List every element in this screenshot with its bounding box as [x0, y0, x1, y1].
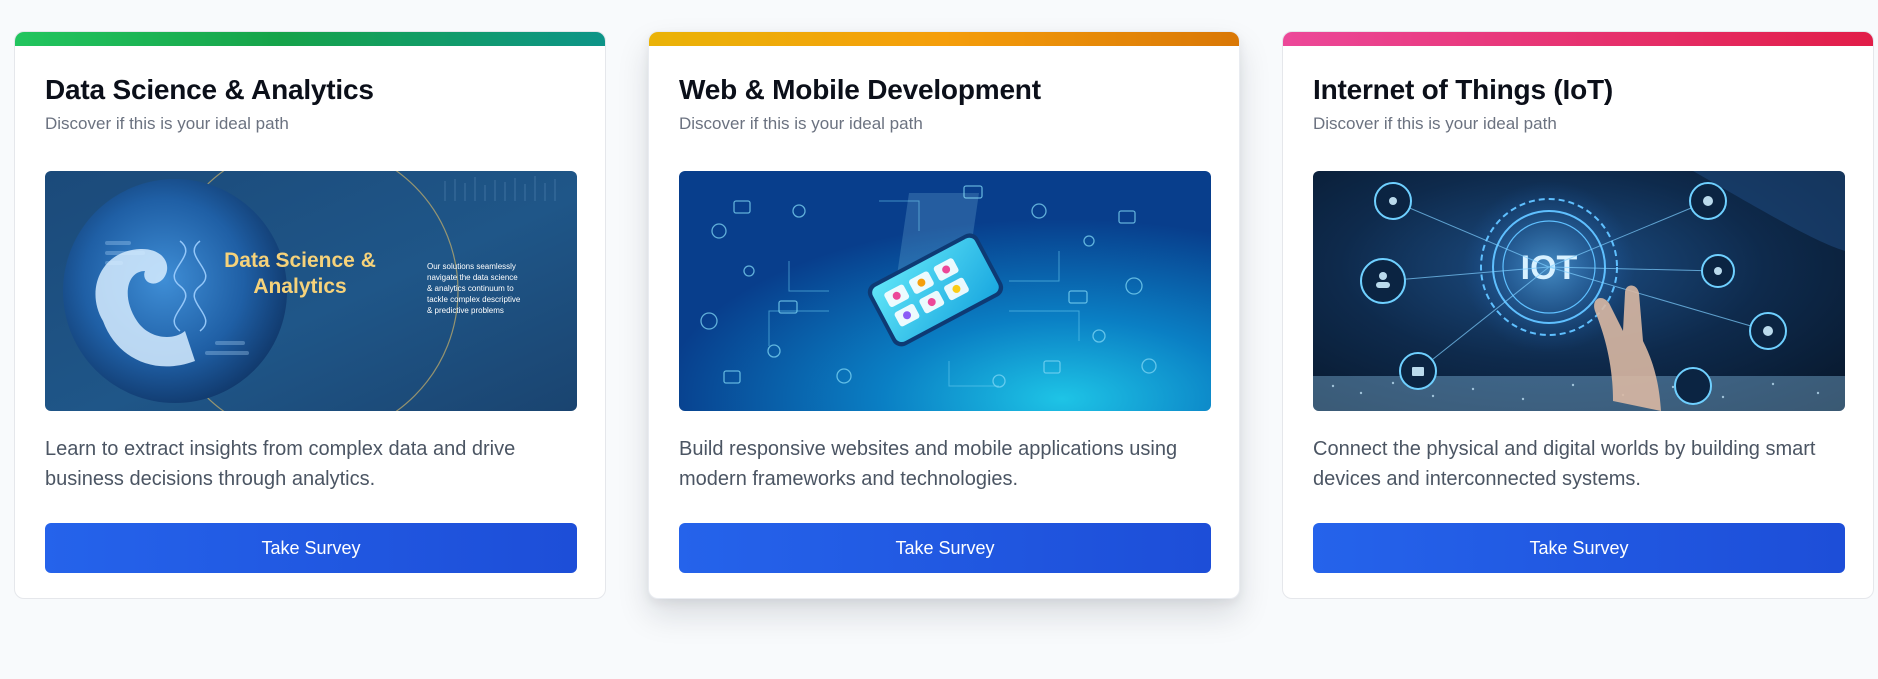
- image-iot-label: IOT: [1521, 249, 1578, 287]
- card-title: Web & Mobile Development: [679, 74, 1041, 105]
- card-title: Data Science & Analytics: [45, 74, 374, 105]
- card-iot: Internet of Things (IoT) Discover if thi…: [1282, 31, 1874, 599]
- card-description: Connect the physical and digital worlds …: [1313, 438, 1816, 490]
- card-body: Internet of Things (IoT) Discover if thi…: [1313, 46, 1845, 573]
- card-subtitle: Discover if this is your ideal path: [679, 114, 923, 133]
- take-survey-button[interactable]: Take Survey: [1313, 523, 1845, 573]
- card-body: Web & Mobile Development Discover if thi…: [679, 46, 1211, 573]
- data-science-illustration: Data Science & Analytics Our solutions s…: [45, 171, 577, 411]
- card-accent-bar: [15, 32, 605, 46]
- card-title: Internet of Things (IoT): [1313, 74, 1614, 105]
- card-accent-bar: [1283, 32, 1873, 46]
- take-survey-button[interactable]: Take Survey: [45, 523, 577, 573]
- image-headline-line2: Analytics: [253, 275, 346, 298]
- card-web-mobile: Web & Mobile Development Discover if thi…: [648, 31, 1240, 599]
- card-accent-bar: [649, 32, 1239, 46]
- image-caption-line2: navigate the data science: [427, 273, 518, 282]
- card-subtitle: Discover if this is your ideal path: [45, 114, 289, 133]
- take-survey-button[interactable]: Take Survey: [679, 523, 1211, 573]
- card-subtitle: Discover if this is your ideal path: [1313, 114, 1557, 133]
- career-path-cards: Data Science & Analytics Discover if thi…: [14, 31, 1876, 599]
- web-mobile-illustration: [679, 171, 1211, 411]
- image-caption-line4: tackle complex descriptive: [427, 295, 521, 304]
- card-description: Learn to extract insights from complex d…: [45, 438, 516, 490]
- image-caption-line1: Our solutions seamlessly: [427, 262, 516, 271]
- image-headline-line1: Data Science &: [224, 249, 376, 272]
- iot-illustration: IOT: [1313, 171, 1845, 411]
- card-data-science: Data Science & Analytics Discover if thi…: [14, 31, 606, 599]
- image-caption-line5: & predictive problems: [427, 306, 504, 315]
- card-description: Build responsive websites and mobile app…: [679, 438, 1178, 490]
- card-body: Data Science & Analytics Discover if thi…: [45, 46, 577, 573]
- image-caption-line3: & analytics continuum to: [427, 284, 514, 293]
